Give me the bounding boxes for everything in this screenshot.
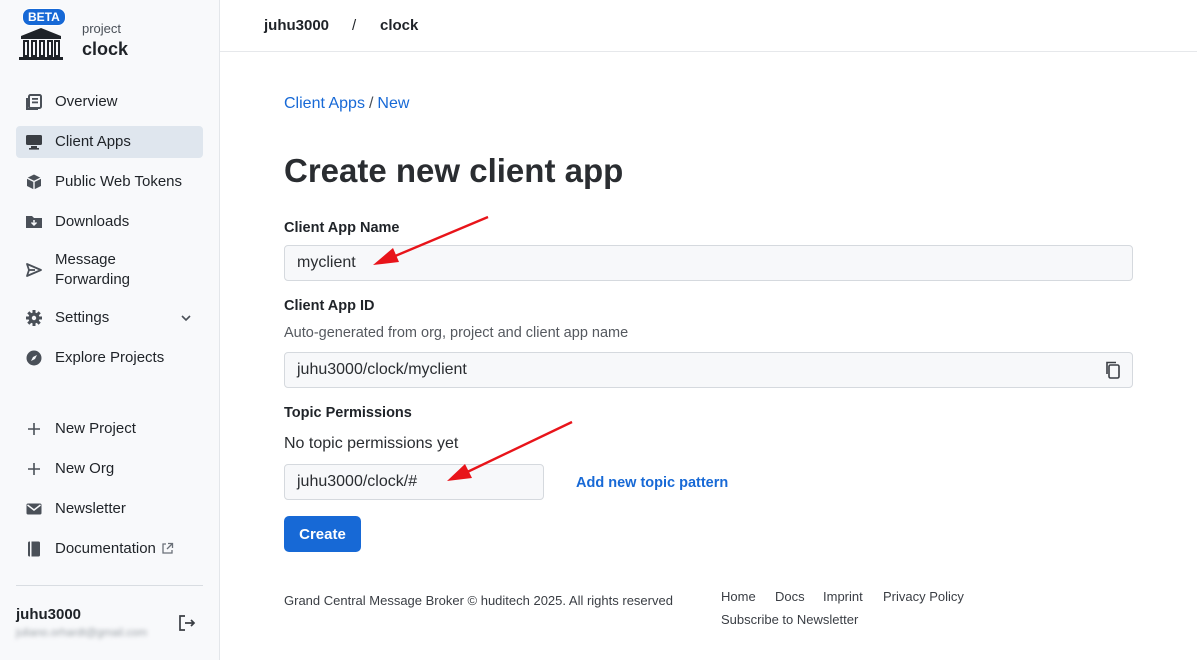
brand-subtitle: project: [82, 21, 122, 36]
footer-link-imprint[interactable]: Imprint: [823, 589, 863, 604]
sidebar-item-label: Message: [55, 251, 116, 268]
footer-link-subscribe[interactable]: Subscribe to Newsletter: [721, 612, 858, 627]
cube-icon: [24, 172, 44, 192]
sidebar-item-documentation[interactable]: Documentation: [16, 533, 203, 565]
beta-badge: BETA: [22, 8, 66, 26]
topic-pattern-input[interactable]: juhu3000/clock/#: [284, 464, 544, 500]
footer-copyright: Grand Central Message Broker © huditech …: [284, 593, 673, 608]
sidebar-divider: [16, 585, 203, 586]
breadcrumb-client-apps[interactable]: Client Apps: [284, 95, 365, 112]
plus-icon: [24, 459, 44, 479]
client-app-name-label: Client App Name: [284, 220, 400, 236]
monitor-icon: [24, 132, 44, 152]
compass-icon: [24, 348, 44, 368]
sidebar-item-label: Downloads: [55, 213, 130, 230]
folder-download-icon: [24, 212, 44, 232]
top-crumb-org[interactable]: juhu3000: [264, 17, 329, 34]
sidebar-item-downloads[interactable]: Downloads: [16, 206, 203, 238]
sidebar-item-newsletter[interactable]: Newsletter: [16, 493, 203, 525]
sidebar-item-label: Client Apps: [55, 133, 131, 150]
breadcrumb-new[interactable]: New: [377, 95, 409, 112]
topic-permissions-label: Topic Permissions: [284, 405, 412, 421]
chevron-down-icon[interactable]: [179, 311, 193, 325]
client-app-id-help: Auto-generated from org, project and cli…: [284, 325, 629, 341]
building-logo-icon: [19, 28, 63, 60]
client-app-name-input[interactable]: myclient: [284, 245, 1133, 281]
client-app-id-field: juhu3000/clock/myclient: [284, 352, 1133, 388]
sidebar-item-new-org[interactable]: New Org: [16, 453, 203, 485]
sidebar-item-settings[interactable]: Settings: [16, 302, 203, 334]
sidebar: BETA project clock Overview Client Apps …: [0, 0, 220, 660]
sidebar-item-overview[interactable]: Overview: [16, 86, 203, 118]
footer-link-privacy[interactable]: Privacy Policy: [883, 589, 964, 604]
logout-icon[interactable]: [177, 613, 197, 633]
top-crumb-separator: /: [352, 17, 357, 34]
breadcrumb: Client Apps / New: [284, 95, 409, 113]
mail-icon: [24, 499, 44, 519]
create-button[interactable]: Create: [284, 516, 361, 552]
gear-icon: [24, 308, 44, 328]
sidebar-item-label: Newsletter: [55, 500, 126, 517]
footer-link-docs[interactable]: Docs: [775, 589, 805, 604]
sidebar-item-label-line2: Forwarding: [55, 271, 131, 288]
external-link-icon: [162, 542, 174, 554]
sidebar-item-label: Overview: [55, 93, 118, 110]
copy-icon[interactable]: [1103, 360, 1123, 380]
sidebar-item-explore-projects[interactable]: Explore Projects: [16, 342, 203, 374]
sidebar-item-label: New Project: [55, 420, 136, 437]
page-title: Create new client app: [284, 152, 624, 189]
add-topic-pattern-button[interactable]: Add new topic pattern: [576, 475, 728, 491]
sidebar-item-label: Public Web Tokens: [55, 173, 183, 190]
breadcrumb-separator: /: [368, 95, 374, 112]
topic-permissions-empty: No topic permissions yet: [284, 435, 459, 452]
sidebar-item-label: Explore Projects: [55, 349, 165, 366]
send-icon: [24, 260, 44, 280]
sidebar-item-public-web-tokens[interactable]: Public Web Tokens: [16, 166, 203, 198]
top-breadcrumb-bar: juhu3000 / clock: [220, 0, 1197, 52]
sidebar-item-message-forwarding[interactable]: Message Forwarding: [16, 248, 203, 292]
sidebar-item-label: New Org: [55, 460, 115, 477]
sidebar-item-client-apps[interactable]: Client Apps: [16, 126, 203, 158]
book-icon: [24, 539, 44, 559]
sidebar-item-new-project[interactable]: New Project: [16, 413, 203, 445]
footer-link-home[interactable]: Home: [721, 589, 756, 604]
plus-icon: [24, 419, 44, 439]
project-name: clock: [82, 39, 129, 59]
client-app-id-label: Client App ID: [284, 298, 375, 314]
user-name: juhu3000: [16, 606, 82, 623]
sidebar-item-label: Documentation: [55, 540, 156, 557]
sidebar-item-label: Settings: [55, 309, 110, 326]
project-brand[interactable]: BETA project clock: [16, 8, 216, 64]
user-email: juliano.orhardt@gmail.com: [16, 627, 148, 639]
overview-icon: [24, 92, 44, 112]
top-crumb-project[interactable]: clock: [380, 17, 418, 34]
